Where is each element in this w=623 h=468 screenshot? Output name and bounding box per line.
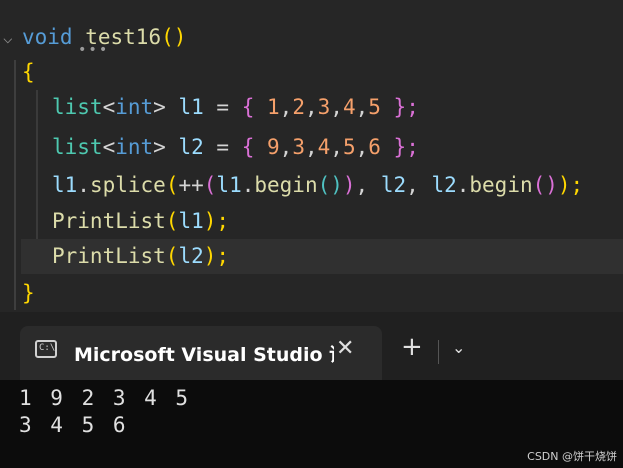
terminal-output[interactable]: 1 9 2 3 4 5 3 4 5 6 CSDN @饼干烧饼: [0, 380, 623, 468]
line-content: void test16(): [22, 20, 186, 55]
code-token: .: [77, 173, 90, 197]
code-token: ,: [330, 95, 343, 119]
code-token: };: [380, 135, 419, 159]
code-token: l2: [178, 244, 204, 268]
code-token: ,: [304, 135, 318, 159]
line-content: PrintList(l1);: [52, 204, 229, 239]
code-token: );: [203, 209, 230, 233]
code-token: l1: [216, 173, 242, 197]
code-token: (): [161, 25, 187, 49]
code-token: l2: [178, 135, 204, 159]
code-token: };: [380, 95, 419, 119]
code-token: (: [165, 173, 179, 197]
code-line-4[interactable]: list<int> l2 = { 9,3,4,5,6 };: [0, 130, 623, 165]
code-token: {: [241, 135, 267, 159]
chevron-down-icon[interactable]: ⌵: [3, 20, 13, 55]
code-token: {: [241, 95, 267, 119]
code-token: ,: [330, 135, 343, 159]
code-token: 1: [267, 95, 280, 119]
line-content: }: [22, 276, 35, 311]
line-content: list<int> l1 = { 1,2,3,4,5 };: [52, 90, 419, 125]
code-token: ++: [178, 173, 204, 197]
code-token: list: [52, 135, 103, 159]
code-line-6[interactable]: PrintList(l1);: [0, 204, 623, 239]
code-token: >: [153, 95, 179, 119]
code-token: ,: [406, 173, 432, 197]
terminal-tab[interactable]: C:\ Microsoft Visual Studio 调试控制台 ✕: [20, 326, 382, 380]
code-token: PrintList: [52, 209, 166, 233]
terminal-window: C:\ Microsoft Visual Studio 调试控制台 ✕ + ⌄ …: [0, 312, 623, 468]
line-content: PrintList(l2);: [52, 239, 229, 274]
output-line: 3 4 5 6: [19, 413, 129, 437]
code-token: <: [102, 95, 116, 119]
code-line-2[interactable]: {: [0, 55, 623, 90]
line-content: list<int> l2 = { 9,3,4,5,6 };: [52, 130, 419, 165]
code-token: PrintList: [52, 244, 166, 268]
terminal-tab-bar: C:\ Microsoft Visual Studio 调试控制台 ✕ + ⌄: [0, 312, 623, 380]
code-token: splice: [89, 173, 166, 197]
code-line-1[interactable]: ⌵ void test16(): [0, 20, 623, 55]
code-token: .: [456, 173, 470, 197]
tab-title: Microsoft Visual Studio 调试控制台: [74, 344, 334, 366]
new-tab-button[interactable]: +: [401, 332, 423, 362]
output-line: 1 9 2 3 4 5: [19, 386, 192, 410]
code-token: 4: [342, 95, 356, 119]
code-token: test16: [85, 25, 162, 49]
code-token: ,: [355, 95, 369, 119]
code-token: <: [102, 135, 116, 159]
code-token: begin: [254, 173, 318, 197]
code-token: ,: [279, 95, 293, 119]
code-token: 5: [342, 135, 356, 159]
console-icon: C:\: [35, 340, 57, 358]
code-token: >: [153, 135, 179, 159]
code-token: ,: [304, 95, 318, 119]
code-token: int: [115, 95, 154, 119]
code-token: =: [203, 135, 242, 159]
code-token: 6: [368, 135, 381, 159]
code-token: 3: [317, 95, 331, 119]
code-token: list: [52, 95, 103, 119]
close-icon[interactable]: ✕: [336, 336, 354, 361]
code-token: l1: [52, 173, 78, 197]
tab-divider: [438, 340, 439, 364]
code-token: 3: [292, 135, 305, 159]
code-token: ,: [355, 173, 381, 197]
code-editor[interactable]: ••• ⌵ void test16() { list<int> l1 = { 1…: [0, 0, 623, 312]
code-token: =: [203, 95, 242, 119]
code-token: (): [532, 173, 558, 197]
code-token: {: [22, 60, 35, 84]
code-token: l2: [431, 173, 457, 197]
chevron-down-icon[interactable]: ⌄: [452, 338, 465, 357]
code-token: ,: [279, 135, 293, 159]
code-token: int: [115, 135, 154, 159]
code-token: 5: [368, 95, 381, 119]
code-line-3[interactable]: list<int> l1 = { 1,2,3,4,5 };: [0, 90, 623, 125]
code-line-5[interactable]: l1.splice(++(l1.begin()), l2, l2.begin()…: [0, 168, 623, 203]
watermark: CSDN @饼干烧饼: [527, 450, 617, 463]
code-token: l1: [178, 209, 204, 233]
code-token: l2: [380, 173, 407, 197]
line-content: l1.splice(++(l1.begin()), l2, l2.begin()…: [52, 168, 583, 203]
code-token: 4: [317, 135, 331, 159]
code-token: 9: [267, 135, 280, 159]
code-token: );: [557, 173, 584, 197]
code-token: 2: [292, 95, 305, 119]
code-token: );: [203, 244, 230, 268]
line-content: {: [22, 55, 35, 90]
code-token: (): [317, 173, 343, 197]
code-token: (: [165, 209, 179, 233]
code-line-8[interactable]: }: [0, 276, 623, 311]
code-token: ,: [355, 135, 369, 159]
code-token: (: [203, 173, 217, 197]
code-token: void: [22, 25, 73, 49]
code-token: ): [342, 173, 356, 197]
code-token: }: [22, 281, 35, 305]
code-token: begin: [469, 173, 533, 197]
code-token: l1: [178, 95, 204, 119]
code-token: .: [241, 173, 255, 197]
code-line-7[interactable]: PrintList(l2);: [21, 239, 623, 274]
code-token: (: [165, 244, 179, 268]
